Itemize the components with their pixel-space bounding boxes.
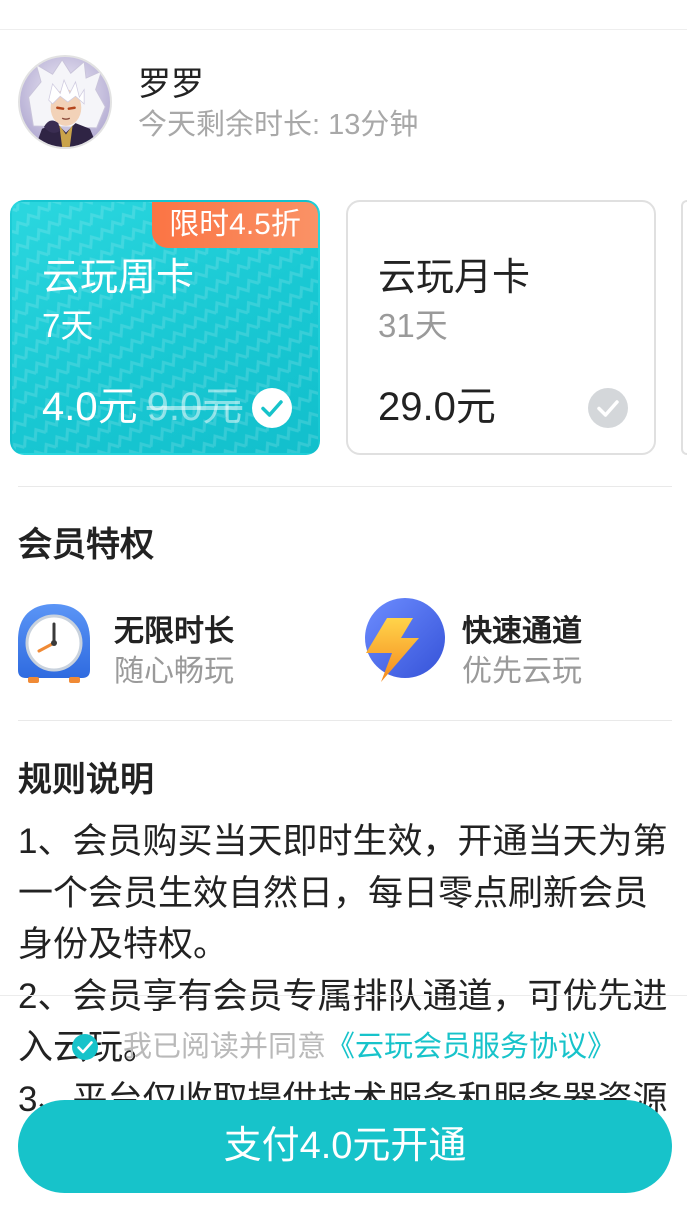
service-agreement-link[interactable]: 《云玩会员服务协议》: [326, 1027, 616, 1067]
plan-card-weekly[interactable]: 限时4.5折 云玩周卡 7天 4.0元 9.0元: [10, 200, 320, 455]
plan-duration: 7天: [42, 307, 94, 344]
privilege-subtitle: 优先云玩: [462, 655, 582, 688]
plan-card-monthly[interactable]: 云玩月卡 31天 29.0元: [346, 200, 656, 455]
lightning-bolt-icon: [365, 598, 445, 682]
rules-line: 2、会员享有会员专属排队通道，可优先进: [18, 976, 668, 1016]
rules-line: 1、会员购买当天即时生效，开通当天为第: [18, 822, 668, 861]
discount-badge: 限时4.5折: [152, 202, 318, 248]
privilege-subtitle: 随心畅玩: [114, 655, 234, 688]
bottom-bar-divider: [0, 995, 687, 996]
avatar: [18, 55, 112, 149]
plan-title: 云玩周卡: [42, 257, 195, 299]
plan-price: 4.0元: [42, 385, 138, 429]
rules-line: 身份及特权。: [18, 925, 229, 964]
rules-line: 一个会员生效自然日，每日零点刷新会员: [18, 873, 649, 913]
plan-card-partial[interactable]: [681, 200, 687, 455]
check-circle-icon[interactable]: [71, 1033, 99, 1061]
section-divider: [18, 720, 672, 721]
plan-title: 云玩月卡: [378, 257, 531, 299]
agreement-row: 我已阅读并同意 《云玩会员服务协议》: [0, 1027, 687, 1067]
alarm-clock-icon: [18, 604, 90, 683]
avatar-image: [20, 57, 110, 147]
plan-original-price: 9.0元: [146, 385, 243, 429]
top-divider: [0, 29, 687, 30]
pay-button[interactable]: 支付4.0元开通: [18, 1100, 672, 1193]
user-name: 罗罗: [138, 65, 204, 102]
check-circle-icon[interactable]: [252, 388, 292, 428]
remaining-time: 今天剩余时长: 13分钟: [138, 109, 419, 141]
privileges-heading: 会员特权: [18, 526, 154, 564]
rules-heading: 规则说明: [18, 761, 154, 799]
plan-price-row: 4.0元 9.0元: [42, 383, 242, 431]
plan-price-row: 29.0元: [378, 383, 496, 431]
section-divider: [18, 486, 672, 487]
check-circle-icon[interactable]: [588, 388, 628, 428]
agreement-text: 我已阅读并同意: [122, 1031, 326, 1063]
plan-price: 29.0元: [378, 385, 496, 429]
rules-text: 1、会员购买当天即时生效，开通当天为第 一个会员生效自然日，每日零点刷新会员 身…: [18, 816, 667, 1125]
privilege-title: 快速通道: [462, 615, 582, 648]
plan-duration: 31天: [378, 307, 448, 344]
privilege-title: 无限时长: [114, 615, 234, 648]
